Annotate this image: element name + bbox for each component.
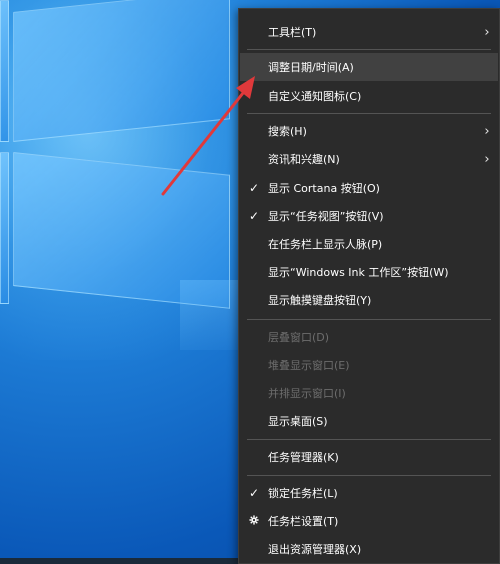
taskbar-context-menu: 工具栏(T) › 调整日期/时间(A) 自定义通知图标(C) 搜索(H) › 资…	[238, 8, 500, 564]
menu-item-label: 工具栏(T)	[268, 26, 317, 39]
windows-logo-pane	[0, 0, 9, 142]
menu-item-label: 显示“Windows Ink 工作区”按钮(W)	[268, 266, 449, 279]
gear-icon	[240, 514, 268, 528]
menu-item-show-windows-ink-button[interactable]: 显示“Windows Ink 工作区”按钮(W)	[240, 258, 498, 286]
menu-item-news-and-interests[interactable]: 资讯和兴趣(N) ›	[240, 145, 498, 173]
menu-item-label: 锁定任务栏(L)	[268, 487, 338, 500]
menu-item-customize-notification-icons[interactable]: 自定义通知图标(C)	[240, 82, 498, 110]
menu-item-label: 显示“任务视图”按钮(V)	[268, 210, 384, 223]
menu-item-task-manager[interactable]: 任务管理器(K)	[240, 443, 498, 471]
menu-separator	[247, 319, 491, 320]
menu-item-label: 任务栏设置(T)	[268, 515, 339, 528]
chevron-right-icon: ›	[484, 24, 490, 40]
menu-item-adjust-date-time[interactable]: 调整日期/时间(A)	[240, 53, 498, 81]
menu-item-label: 退出资源管理器(X)	[268, 543, 362, 556]
menu-item-label: 搜索(H)	[268, 125, 307, 138]
menu-item-taskbar-settings[interactable]: 任务栏设置(T)	[240, 507, 498, 535]
menu-item-toolbars[interactable]: 工具栏(T) ›	[240, 18, 498, 46]
chevron-right-icon: ›	[484, 123, 490, 139]
windows-logo-pane	[13, 0, 230, 142]
menu-item-side-by-side-windows: 并排显示窗口(I)	[240, 379, 498, 407]
check-icon: ✓	[248, 486, 260, 500]
menu-separator	[247, 475, 491, 476]
menu-item-show-desktop[interactable]: 显示桌面(S)	[240, 407, 498, 435]
menu-item-label: 自定义通知图标(C)	[268, 90, 362, 103]
menu-separator	[247, 113, 491, 114]
menu-item-stack-windows: 堆叠显示窗口(E)	[240, 351, 498, 379]
menu-item-label: 堆叠显示窗口(E)	[268, 359, 350, 372]
menu-item-show-cortana-button[interactable]: ✓ 显示 Cortana 按钮(O)	[240, 174, 498, 202]
menu-item-label: 在任务栏上显示人脉(P)	[268, 238, 383, 251]
menu-separator	[247, 439, 491, 440]
menu-separator	[247, 49, 491, 50]
windows-logo-pane	[0, 152, 9, 304]
menu-item-cascade-windows: 层叠窗口(D)	[240, 323, 498, 351]
chevron-right-icon: ›	[484, 151, 490, 167]
menu-item-label: 显示触摸键盘按钮(Y)	[268, 294, 372, 307]
menu-item-lock-taskbar[interactable]: ✓ 锁定任务栏(L)	[240, 479, 498, 507]
menu-item-show-people[interactable]: 在任务栏上显示人脉(P)	[240, 230, 498, 258]
menu-item-search[interactable]: 搜索(H) ›	[240, 117, 498, 145]
menu-item-label: 层叠窗口(D)	[268, 331, 330, 344]
menu-item-exit-explorer[interactable]: 退出资源管理器(X)	[240, 535, 498, 563]
menu-item-label: 资讯和兴趣(N)	[268, 153, 340, 166]
check-icon: ✓	[248, 209, 260, 223]
check-icon: ✓	[248, 181, 260, 195]
menu-item-show-task-view-button[interactable]: ✓ 显示“任务视图”按钮(V)	[240, 202, 498, 230]
menu-item-label: 并排显示窗口(I)	[268, 387, 346, 400]
taskbar-edge	[0, 558, 238, 564]
menu-item-show-touch-keyboard-button[interactable]: 显示触摸键盘按钮(Y)	[240, 286, 498, 314]
menu-item-label: 显示桌面(S)	[268, 415, 328, 428]
menu-item-label: 显示 Cortana 按钮(O)	[268, 182, 380, 195]
menu-item-label: 调整日期/时间(A)	[268, 61, 354, 74]
menu-item-label: 任务管理器(K)	[268, 451, 339, 464]
